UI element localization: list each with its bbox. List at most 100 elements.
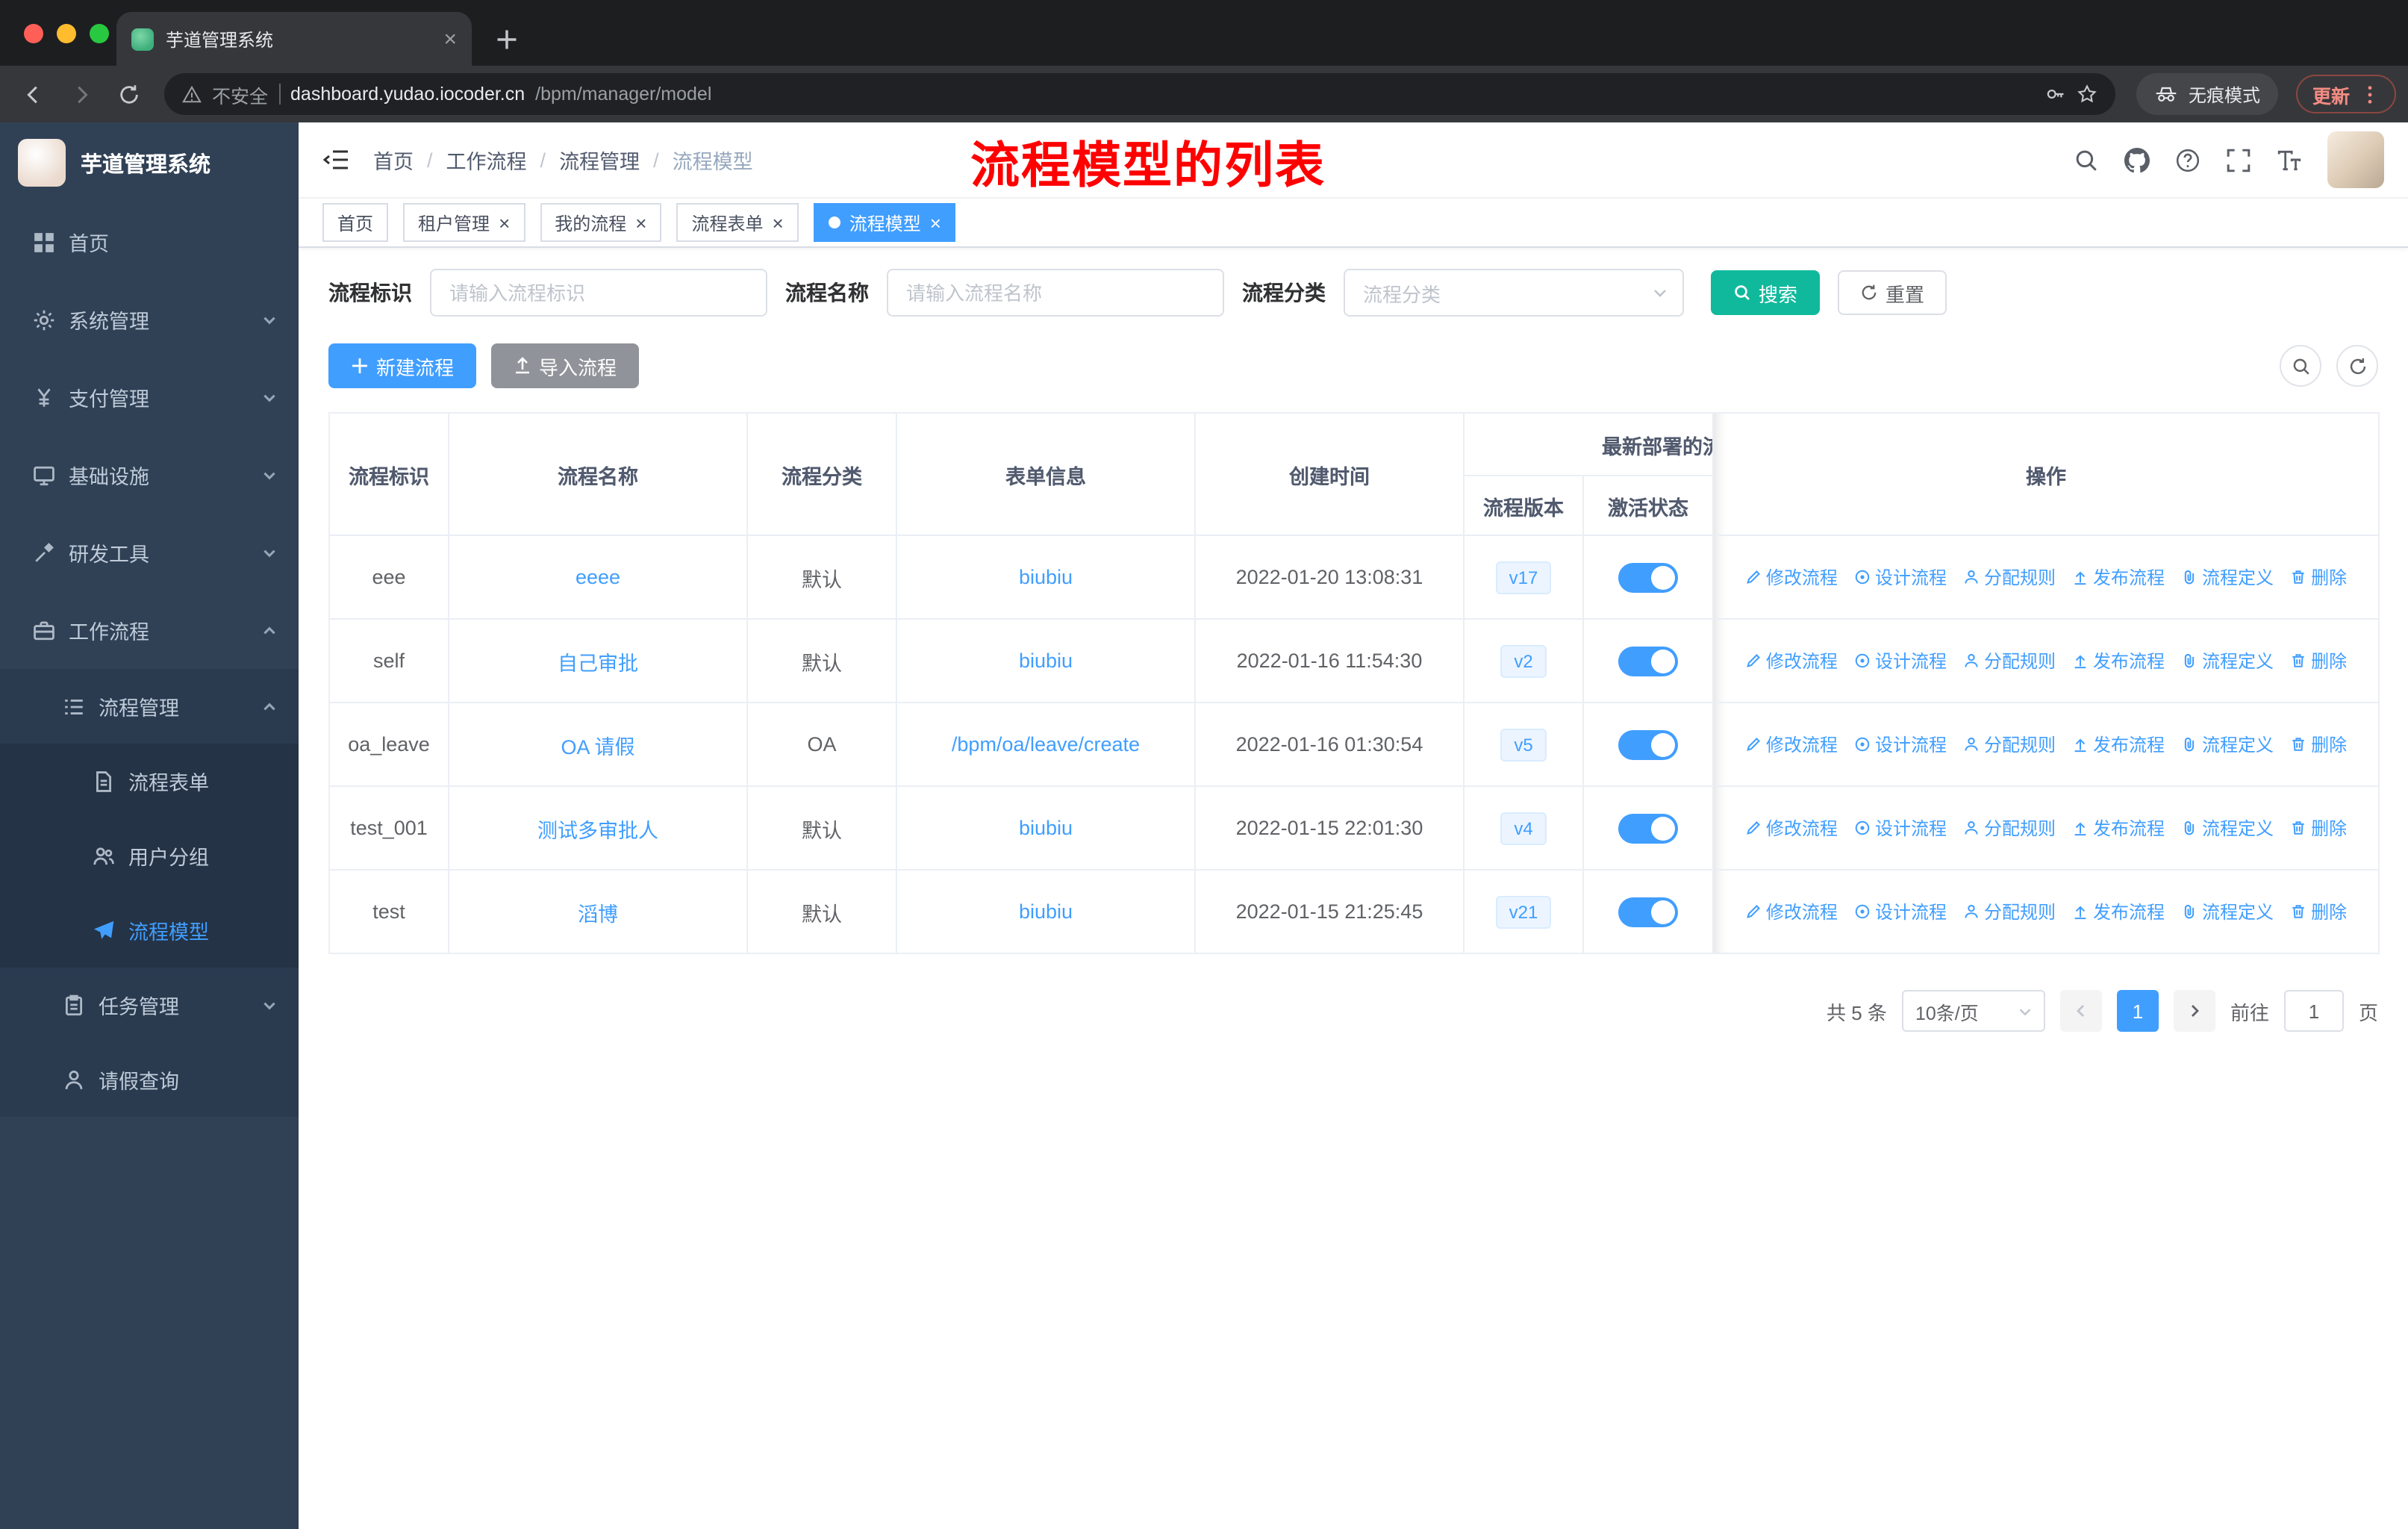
action-definition-button[interactable]: 流程定义 (2181, 648, 2274, 673)
tag-tenant-management[interactable]: 租户管理 (403, 203, 525, 242)
process-name-link[interactable]: eeee (576, 566, 620, 588)
sidebar-item-infrastructure[interactable]: 基础设施 (0, 436, 299, 514)
update-browser-button[interactable]: 更新 (2295, 75, 2396, 113)
collapse-sidebar-icon[interactable] (322, 146, 349, 173)
breadcrumb-home[interactable]: 首页 (373, 145, 414, 175)
action-assign-rule-button[interactable]: 分配规则 (1963, 815, 2056, 841)
action-assign-rule-button[interactable]: 分配规则 (1963, 732, 2056, 757)
fullscreen-icon[interactable] (2226, 147, 2251, 172)
incognito-badge[interactable]: 无痕模式 (2136, 73, 2278, 115)
page-1-button[interactable]: 1 (2116, 990, 2159, 1032)
sidebar-item-task-management[interactable]: 任务管理 (0, 968, 299, 1042)
action-publish-button[interactable]: 发布流程 (2072, 732, 2165, 757)
tag-process-model[interactable]: 流程模型 (813, 203, 956, 242)
sidebar-item-system-management[interactable]: 系统管理 (0, 281, 299, 358)
action-design-button[interactable]: 设计流程 (1854, 648, 1947, 673)
page-size-select[interactable]: 10条/页 (1901, 990, 2045, 1032)
close-icon[interactable] (635, 213, 646, 232)
goto-page-input[interactable] (2283, 990, 2344, 1032)
action-edit-button[interactable]: 修改流程 (1745, 899, 1838, 924)
sidebar-item-workflow[interactable]: 工作流程 (0, 591, 299, 669)
action-delete-button[interactable]: 删除 (2290, 564, 2347, 590)
next-page-button[interactable] (2173, 990, 2215, 1032)
form-info-link[interactable]: biubiu (1019, 900, 1073, 923)
action-design-button[interactable]: 设计流程 (1854, 564, 1947, 590)
form-info-link[interactable]: /bpm/oa/leave/create (952, 733, 1140, 756)
tag-my-process[interactable]: 我的流程 (540, 203, 662, 242)
action-design-button[interactable]: 设计流程 (1854, 815, 1947, 841)
active-toggle[interactable] (1618, 562, 1678, 592)
font-size-icon[interactable] (2277, 147, 2302, 172)
category-select[interactable]: 流程分类 (1344, 269, 1684, 317)
action-design-button[interactable]: 设计流程 (1854, 732, 1947, 757)
sidebar-item-process-form[interactable]: 流程表单 (0, 744, 299, 818)
process-name-link[interactable]: 滔博 (578, 903, 618, 925)
create-process-button[interactable]: 新建流程 (328, 343, 477, 388)
sidebar-item-process-model[interactable]: 流程模型 (0, 893, 299, 968)
github-icon[interactable] (2124, 147, 2150, 172)
process-name-input[interactable] (887, 269, 1224, 317)
minimize-window-button[interactable] (57, 24, 76, 43)
password-key-icon[interactable] (2045, 84, 2066, 105)
close-window-button[interactable] (24, 24, 43, 43)
process-name-link[interactable]: 测试多审批人 (537, 819, 658, 841)
tab-close-icon[interactable] (443, 28, 457, 50)
action-assign-rule-button[interactable]: 分配规则 (1963, 564, 2056, 590)
active-toggle[interactable] (1618, 897, 1678, 927)
process-key-input[interactable] (430, 269, 767, 317)
active-toggle[interactable] (1618, 646, 1678, 676)
help-icon[interactable] (2175, 147, 2200, 172)
refresh-table-button[interactable] (2336, 345, 2378, 387)
reload-button[interactable] (107, 73, 149, 115)
sidebar-item-process-management[interactable]: 流程管理 (0, 669, 299, 744)
action-definition-button[interactable]: 流程定义 (2181, 732, 2274, 757)
process-name-link[interactable]: 自己审批 (558, 652, 638, 674)
action-definition-button[interactable]: 流程定义 (2181, 564, 2274, 590)
tag-process-form[interactable]: 流程表单 (676, 203, 799, 242)
action-publish-button[interactable]: 发布流程 (2072, 648, 2165, 673)
action-delete-button[interactable]: 删除 (2290, 899, 2347, 924)
sidebar-item-user-group[interactable]: 用户分组 (0, 818, 299, 893)
action-edit-button[interactable]: 修改流程 (1745, 648, 1838, 673)
close-icon[interactable] (930, 213, 941, 232)
action-assign-rule-button[interactable]: 分配规则 (1963, 648, 2056, 673)
action-delete-button[interactable]: 删除 (2290, 732, 2347, 757)
close-icon[interactable] (499, 213, 510, 232)
sidebar-item-home[interactable]: 首页 (0, 203, 299, 281)
reset-button[interactable]: 重置 (1838, 270, 1947, 315)
forward-button[interactable] (60, 73, 102, 115)
bookmark-star-icon[interactable] (2077, 84, 2097, 105)
process-name-link[interactable]: OA 请假 (561, 735, 634, 758)
sidebar-item-payment-management[interactable]: 支付管理 (0, 358, 299, 436)
sidebar-item-leave-query[interactable]: 请假查询 (0, 1042, 299, 1117)
form-info-link[interactable]: biubiu (1019, 650, 1073, 672)
close-icon[interactable] (773, 213, 784, 232)
prev-page-button[interactable] (2059, 990, 2102, 1032)
active-toggle[interactable] (1618, 813, 1678, 843)
search-button[interactable]: 搜索 (1711, 270, 1821, 315)
action-delete-button[interactable]: 删除 (2290, 648, 2347, 673)
breadcrumb-process-management[interactable]: 流程管理 (559, 145, 640, 175)
action-publish-button[interactable]: 发布流程 (2072, 815, 2165, 841)
action-publish-button[interactable]: 发布流程 (2072, 899, 2165, 924)
zoom-window-button[interactable] (90, 24, 109, 43)
action-assign-rule-button[interactable]: 分配规则 (1963, 899, 2056, 924)
action-publish-button[interactable]: 发布流程 (2072, 564, 2165, 590)
action-delete-button[interactable]: 删除 (2290, 815, 2347, 841)
action-edit-button[interactable]: 修改流程 (1745, 732, 1838, 757)
form-info-link[interactable]: biubiu (1019, 566, 1073, 588)
action-edit-button[interactable]: 修改流程 (1745, 564, 1838, 590)
import-process-button[interactable]: 导入流程 (491, 343, 640, 388)
toggle-search-button[interactable] (2280, 345, 2321, 387)
back-button[interactable] (12, 73, 54, 115)
action-definition-button[interactable]: 流程定义 (2181, 815, 2274, 841)
action-definition-button[interactable]: 流程定义 (2181, 899, 2274, 924)
search-icon[interactable] (2074, 147, 2099, 172)
address-bar[interactable]: 不安全 dashboard.yudao.iocoder.cn/bpm/manag… (164, 73, 2115, 115)
action-edit-button[interactable]: 修改流程 (1745, 815, 1838, 841)
breadcrumb-workflow[interactable]: 工作流程 (446, 145, 527, 175)
active-toggle[interactable] (1618, 729, 1678, 759)
new-tab-button[interactable] (487, 19, 525, 58)
form-info-link[interactable]: biubiu (1019, 817, 1073, 839)
sidebar-item-dev-tools[interactable]: 研发工具 (0, 514, 299, 591)
